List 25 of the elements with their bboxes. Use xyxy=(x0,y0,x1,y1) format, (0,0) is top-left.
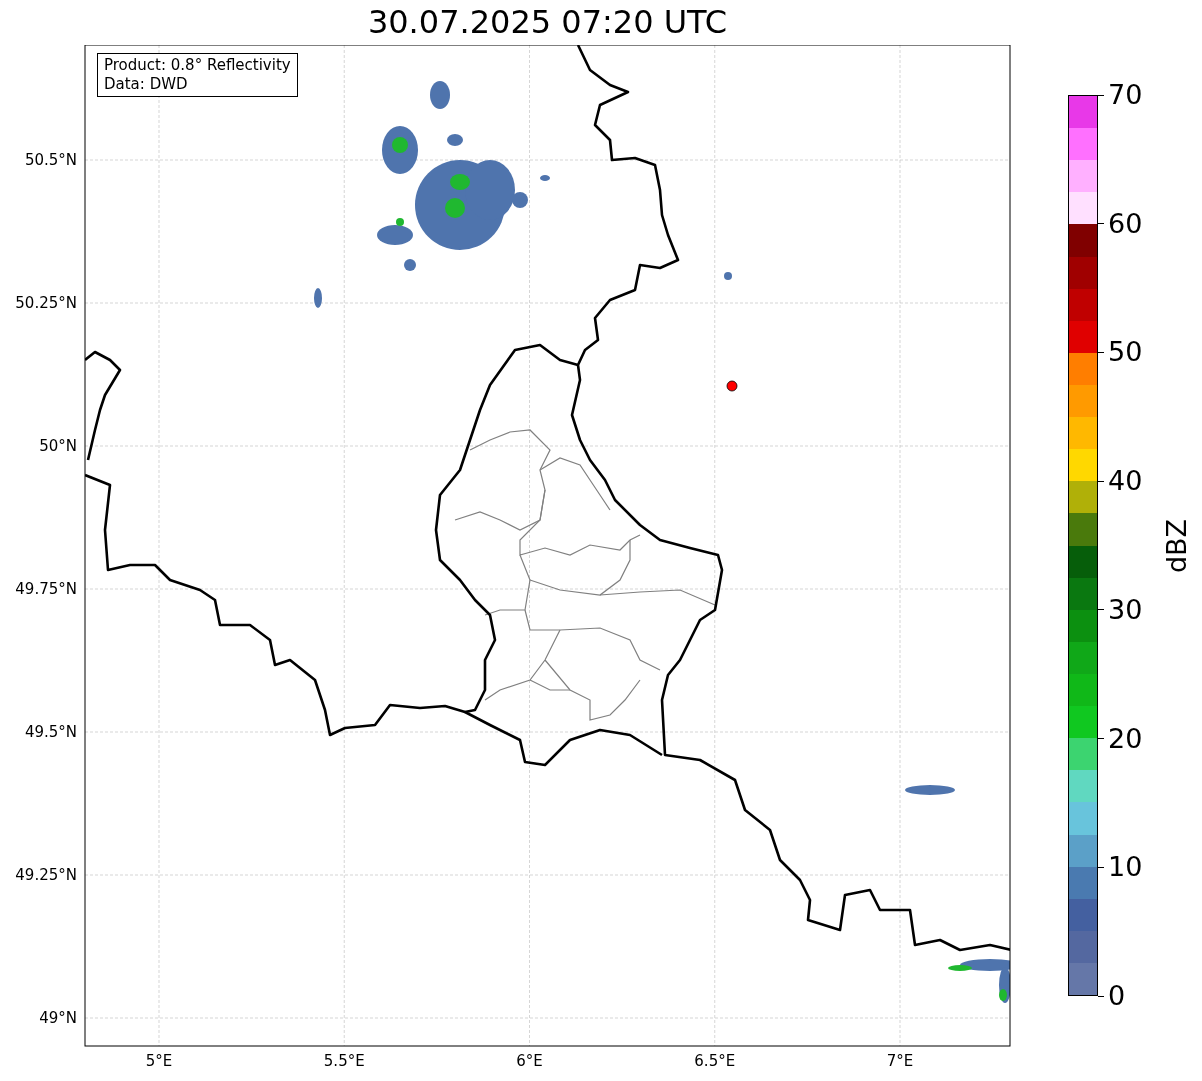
colorbar-tick-label: 40 xyxy=(1108,466,1143,497)
latitude-label: 49.25°N xyxy=(15,866,77,884)
latitude-label: 50.25°N xyxy=(15,294,77,312)
colorbar-tick-label: 20 xyxy=(1108,723,1143,754)
longitude-label: 6°E xyxy=(516,1052,543,1070)
colorbar-tick-label: 70 xyxy=(1108,80,1143,110)
longitude-label: 5.5°E xyxy=(323,1052,365,1070)
colorbar-tick-label: 10 xyxy=(1108,852,1143,883)
longitude-label: 5°E xyxy=(145,1052,173,1070)
station-marker xyxy=(726,380,738,392)
latitude-label: 50°N xyxy=(39,437,77,455)
colorbar-tick-label: 0 xyxy=(1108,981,1126,1011)
info-line: Data: DWD xyxy=(104,75,189,94)
latitude-label: 50.5°N xyxy=(24,151,77,169)
latitude-label: 49.5°N xyxy=(24,723,77,741)
colorbar-tick-label: 60 xyxy=(1108,208,1143,239)
colorbar-tick-label: 30 xyxy=(1108,594,1143,625)
latitude-label: 49.75°N xyxy=(15,580,77,598)
colorbar-tick-label: 50 xyxy=(1108,337,1143,368)
colorbar-label: dBZ xyxy=(1162,518,1193,574)
info-line: Product: 0.8° Reflectivity xyxy=(104,56,291,75)
longitude-label: 6.5°E xyxy=(694,1052,736,1070)
latitude-label: 49°N xyxy=(39,1009,77,1027)
chart-title: 30.07.2025 07:20 UTC xyxy=(367,2,728,43)
longitude-label: 7°E xyxy=(886,1052,914,1070)
